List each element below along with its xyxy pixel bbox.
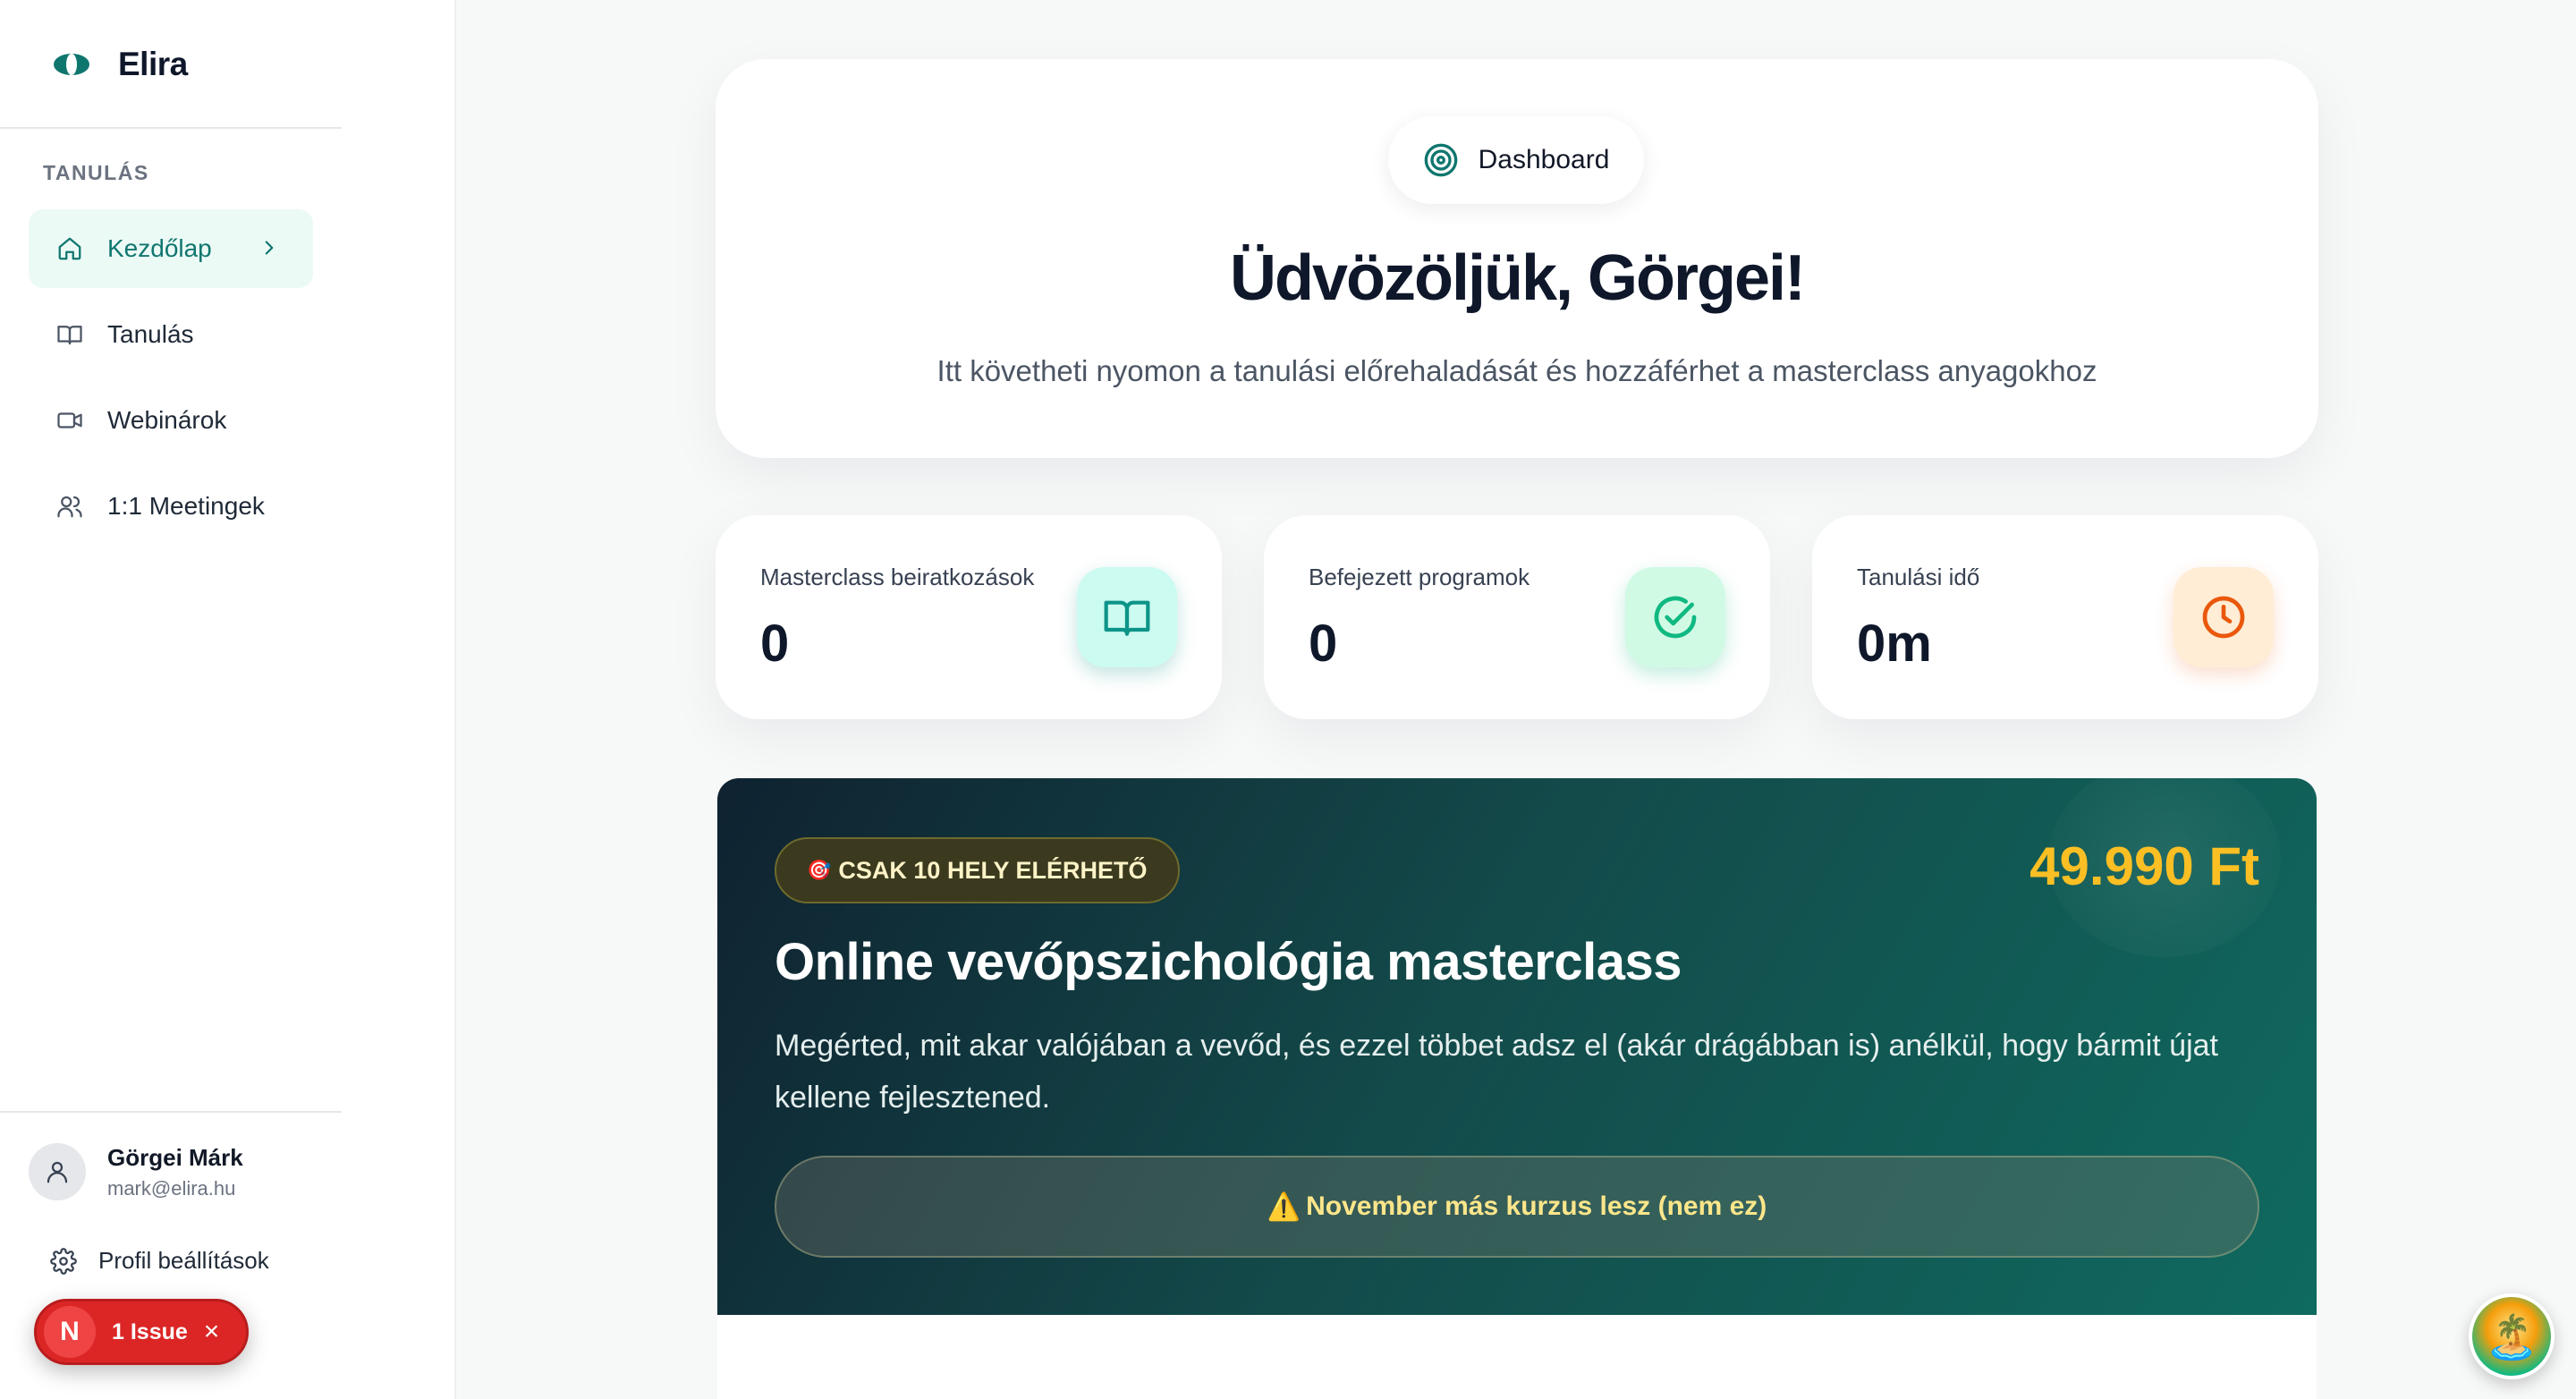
sidebar: Elira TANULÁS Kezdőlap Tanulás Webinárok… [0,0,456,1399]
sidebar-item-kezdolap[interactable]: Kezdőlap [29,209,313,288]
target-emoji-icon: 🎯 [807,859,832,881]
user-email: mark@elira.hu [107,1176,236,1200]
target-icon [1424,143,1457,177]
book-icon [55,320,84,349]
user-name: Görgei Márk [107,1143,243,1171]
sidebar-nav: Kezdőlap Tanulás Webinárok 1:1 Meetingek [29,209,313,553]
sidebar-item-meetingek[interactable]: 1:1 Meetingek [29,467,313,546]
welcome-card: Dashboard Üdvözöljük, Görgei! Itt követh… [716,59,2318,458]
user-card[interactable]: Görgei Márk mark@elira.hu [29,1143,243,1200]
brand-name: Elira [118,46,188,82]
sidebar-item-label: Kezdőlap [107,234,212,262]
brand[interactable]: Elira [52,41,188,88]
stat-value: 0 [1309,615,1338,673]
promo-title: Online vevőpszichológia masterclass [775,933,1682,991]
sidebar-item-label: Tanulás [107,320,194,348]
stat-label: Befejezett programok [1309,564,1530,590]
gear-icon [50,1247,77,1275]
promo-notice-button[interactable]: ⚠️ November más kurzus lesz (nem ez) [775,1156,2259,1258]
stat-card-enrollments: Masterclass beiratkozások 0 [716,515,1222,719]
elira-logo-icon [52,52,91,77]
sidebar-item-webinarok[interactable]: Webinárok [29,381,313,460]
profile-settings-link[interactable]: Profil beállítások [50,1247,269,1275]
sidebar-item-label: Webinárok [107,406,227,434]
sidebar-item-label: 1:1 Meetingek [107,492,265,520]
issue-badge[interactable]: N 1 Issue × [34,1299,249,1365]
sidebar-divider-bottom [0,1111,342,1113]
stat-card-learning-time: Tanulási idő 0m [1812,515,2318,719]
section-label: TANULÁS [43,161,149,184]
stat-label: Tanulási idő [1857,564,1980,590]
stat-value: 0m [1857,615,1932,673]
page-title: Üdvözöljük, Görgei! [1229,242,1806,314]
promo-price: 49.990 Ft [2029,836,2259,896]
dashboard-pill: Dashboard [1388,116,1644,204]
video-icon [55,406,84,435]
island-icon: 🏝️ [2485,1313,2538,1361]
stat-value: 0 [760,615,790,673]
app-root: Elira TANULÁS Kezdőlap Tanulás Webinárok… [0,0,2576,1399]
sidebar-item-tanulas[interactable]: Tanulás [29,295,313,374]
issue-label: 1 Issue [112,1318,188,1344]
masterclass-promo[interactable]: 🎯 CSAK 10 HELY ELÉRHETŐ 49.990 Ft Online… [717,778,2317,1315]
next-card [717,1315,2317,1399]
profile-settings-label: Profil beállítások [98,1247,269,1274]
promo-description: Megérted, mit akar valójában a vevőd, és… [775,1029,2219,1115]
stat-label: Masterclass beiratkozások [760,564,1035,590]
dashboard-pill-label: Dashboard [1478,145,1610,174]
next-logo-icon: N [44,1306,96,1358]
sidebar-divider-top [0,127,342,129]
assistant-fab[interactable]: 🏝️ [2469,1293,2555,1379]
promo-notice-label: November más kurzus lesz (nem ez) [1306,1191,1767,1221]
page-subtitle: Itt követheti nyomon a tanulási előrehal… [936,354,2097,387]
availability-badge-label: CSAK 10 HELY ELÉRHETŐ [838,856,1148,884]
book-open-icon [1077,567,1177,667]
clock-icon [2174,567,2274,667]
chevron-right-icon [258,236,281,259]
home-icon [55,234,84,263]
warning-icon: ⚠️ [1267,1191,1301,1222]
check-circle-icon [1625,567,1725,667]
close-icon[interactable]: × [204,1317,220,1347]
users-icon [55,492,84,521]
user-info: Görgei Márk mark@elira.hu [107,1144,243,1200]
avatar [29,1143,86,1200]
stat-card-completed: Befejezett programok 0 [1264,515,1770,719]
availability-badge: 🎯 CSAK 10 HELY ELÉRHETŐ [775,837,1180,903]
